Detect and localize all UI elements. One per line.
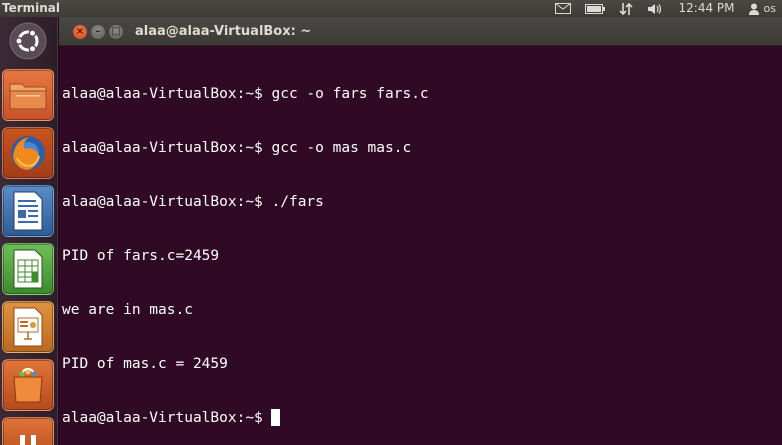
maximize-button[interactable]: □: [109, 25, 123, 39]
folder-icon: [9, 83, 47, 110]
ubuntu-logo-icon: [9, 22, 47, 60]
terminal-line: alaa@alaa-VirtualBox:~$ gcc -o fars fars…: [62, 86, 429, 102]
user-menu[interactable]: os: [748, 0, 776, 17]
writer-icon: [13, 191, 43, 231]
terminal-line: alaa@alaa-VirtualBox:~$ gcc -o mas mas.c: [62, 140, 412, 156]
terminal-text: alaa@alaa-VirtualBox:~$ gcc -o fars fars…: [62, 49, 429, 445]
terminal-window: × – □ alaa@alaa-VirtualBox: ~ alaa@alaa-…: [59, 17, 782, 445]
launcher-extra-app[interactable]: [2, 417, 54, 445]
volume-icon[interactable]: [647, 0, 665, 17]
terminal-line: alaa@alaa-VirtualBox:~$ ./fars: [62, 194, 324, 210]
user-name: os: [763, 2, 776, 15]
launcher-libreoffice-impress[interactable]: [2, 301, 54, 353]
terminal-line: we are in mas.c: [62, 302, 193, 318]
minimize-button[interactable]: –: [91, 25, 105, 39]
dash-home-button[interactable]: [4, 19, 52, 63]
indicator-area: 12:44 PM os: [554, 0, 776, 17]
terminal-prompt: alaa@alaa-VirtualBox:~$: [62, 410, 263, 426]
window-title-bar[interactable]: × – □ alaa@alaa-VirtualBox: ~: [59, 17, 782, 46]
clock[interactable]: 12:44 PM: [679, 0, 735, 17]
battery-icon[interactable]: [584, 0, 605, 17]
top-panel: Terminal 12:44 PM os: [0, 0, 782, 17]
impress-icon: [13, 307, 43, 347]
app-icon: [20, 435, 36, 445]
text-cursor: [270, 409, 280, 426]
terminal-output-area[interactable]: alaa@alaa-VirtualBox:~$ gcc -o fars fars…: [59, 47, 782, 445]
active-app-name: Terminal: [2, 1, 61, 15]
terminal-line: PID of mas.c = 2459: [62, 356, 228, 372]
launcher: [0, 17, 58, 445]
terminal-line: PID of fars.c=2459: [62, 248, 220, 264]
launcher-libreoffice-calc[interactable]: [2, 243, 54, 295]
mail-icon[interactable]: [554, 0, 571, 17]
firefox-icon: [11, 136, 45, 170]
shopping-bag-icon: [13, 367, 43, 403]
network-icon[interactable]: [618, 0, 633, 17]
launcher-firefox[interactable]: [2, 127, 54, 179]
user-icon: [748, 3, 759, 15]
window-title: alaa@alaa-VirtualBox: ~: [135, 24, 312, 39]
calc-icon: [13, 249, 43, 289]
close-button[interactable]: ×: [73, 25, 87, 39]
launcher-libreoffice-writer[interactable]: [2, 185, 54, 237]
terminal-prompt-line[interactable]: alaa@alaa-VirtualBox:~$: [62, 409, 429, 427]
launcher-software-center[interactable]: [2, 359, 54, 411]
launcher-home-folder[interactable]: [2, 69, 54, 121]
